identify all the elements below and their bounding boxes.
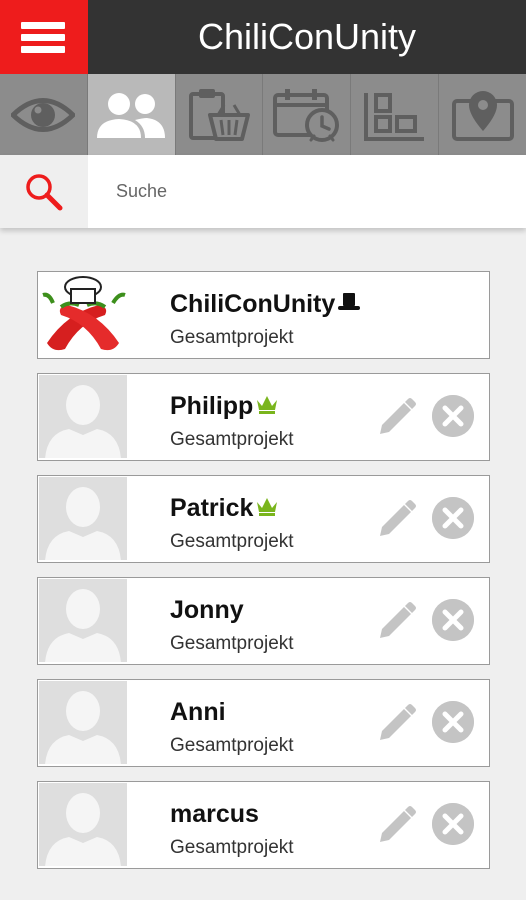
member-project: Gesamtprojekt	[170, 633, 294, 654]
avatar	[39, 579, 127, 662]
eye-icon	[11, 97, 76, 132]
edit-button[interactable]	[374, 804, 418, 848]
avatar	[39, 477, 127, 560]
edit-icon	[380, 398, 416, 434]
search-bar	[0, 155, 526, 228]
app-title: ChiliConUnity	[197, 16, 417, 57]
member-name: Philipp	[170, 392, 279, 421]
hamburger-menu-icon-bar	[21, 34, 65, 41]
tab-shopping[interactable]	[176, 74, 264, 155]
member-name: marcus	[170, 800, 259, 829]
avatar	[39, 783, 127, 866]
delete-icon	[432, 599, 474, 641]
member-name: ChiliConUnity	[170, 290, 361, 319]
edit-button[interactable]	[374, 396, 418, 440]
delete-button[interactable]	[432, 803, 474, 845]
edit-button[interactable]	[374, 702, 418, 746]
member-project: Gesamtprojekt	[170, 327, 294, 348]
delete-button[interactable]	[432, 599, 474, 641]
chili-logo-icon	[42, 276, 126, 351]
delete-button[interactable]	[432, 701, 474, 743]
crown-badge	[255, 392, 279, 421]
app-header: ChiliConUnity	[0, 0, 526, 74]
member-project: Gesamtprojekt	[170, 531, 294, 552]
tab-calendar[interactable]	[263, 74, 352, 155]
member-card-marcus[interactable]: marcus Gesamtprojekt	[37, 781, 490, 869]
edit-icon	[380, 500, 416, 536]
people-icon	[97, 92, 166, 138]
hamburger-menu-icon-bar	[21, 46, 65, 53]
crown-badge	[255, 494, 279, 523]
member-name-text: ChiliConUnity	[170, 290, 336, 318]
member-name-text: marcus	[170, 800, 259, 828]
search-input[interactable]	[104, 169, 526, 213]
crown-icon	[257, 396, 278, 414]
delete-icon	[432, 395, 474, 437]
member-card-chiliconunity[interactable]: ChiliConUnity Gesamtprojekt	[37, 271, 490, 359]
search-icon	[26, 173, 63, 210]
avatar	[39, 375, 127, 458]
member-card-philipp[interactable]: Philipp Gesamtprojekt	[37, 373, 490, 461]
member-name: Jonny	[170, 596, 244, 625]
avatar	[39, 273, 127, 356]
hamburger-menu-icon	[21, 22, 65, 29]
calendar-clock-icon	[272, 88, 339, 142]
member-project: Gesamtprojekt	[170, 837, 294, 858]
edit-icon	[380, 704, 416, 740]
member-name: Anni	[170, 698, 226, 727]
layout-icon	[363, 92, 424, 141]
member-name-text: Philipp	[170, 392, 254, 420]
tab-members[interactable]	[87, 74, 176, 155]
member-name-text: Jonny	[170, 596, 244, 624]
tab-location[interactable]	[439, 74, 526, 155]
delete-icon	[432, 803, 474, 845]
member-name-text: Anni	[170, 698, 226, 726]
edit-icon	[380, 602, 416, 638]
member-name: Patrick	[170, 494, 279, 523]
delete-button[interactable]	[432, 497, 474, 539]
edit-button[interactable]	[374, 498, 418, 542]
delete-icon	[432, 497, 474, 539]
person-placeholder-icon	[39, 579, 127, 662]
edit-icon	[380, 806, 416, 842]
edit-button[interactable]	[374, 600, 418, 644]
menu-button[interactable]	[0, 0, 88, 74]
tab-layout[interactable]	[351, 74, 440, 155]
member-card-jonny[interactable]: Jonny Gesamtprojekt	[37, 577, 490, 665]
avatar	[39, 681, 127, 764]
person-placeholder-icon	[39, 783, 127, 866]
clipboard-basket-icon	[189, 88, 251, 141]
member-project: Gesamtprojekt	[170, 429, 294, 450]
person-placeholder-icon	[39, 477, 127, 560]
search-button[interactable]	[0, 155, 88, 228]
member-card-anni[interactable]: Anni Gesamtprojekt	[37, 679, 490, 767]
tab-bar	[0, 74, 526, 155]
top-hat-icon	[338, 293, 361, 310]
delete-button[interactable]	[432, 395, 474, 437]
crown-icon	[257, 498, 278, 516]
member-project: Gesamtprojekt	[170, 735, 294, 756]
member-list: ChiliConUnity Gesamtprojekt Philipp Gesa…	[37, 271, 490, 883]
member-name-text: Patrick	[170, 494, 254, 522]
delete-icon	[432, 701, 474, 743]
map-pin-icon	[451, 90, 514, 141]
member-card-patrick[interactable]: Patrick Gesamtprojekt	[37, 475, 490, 563]
person-placeholder-icon	[39, 681, 127, 764]
top-hat-badge	[337, 290, 361, 319]
person-placeholder-icon	[39, 375, 127, 458]
tab-overview[interactable]	[0, 74, 88, 155]
